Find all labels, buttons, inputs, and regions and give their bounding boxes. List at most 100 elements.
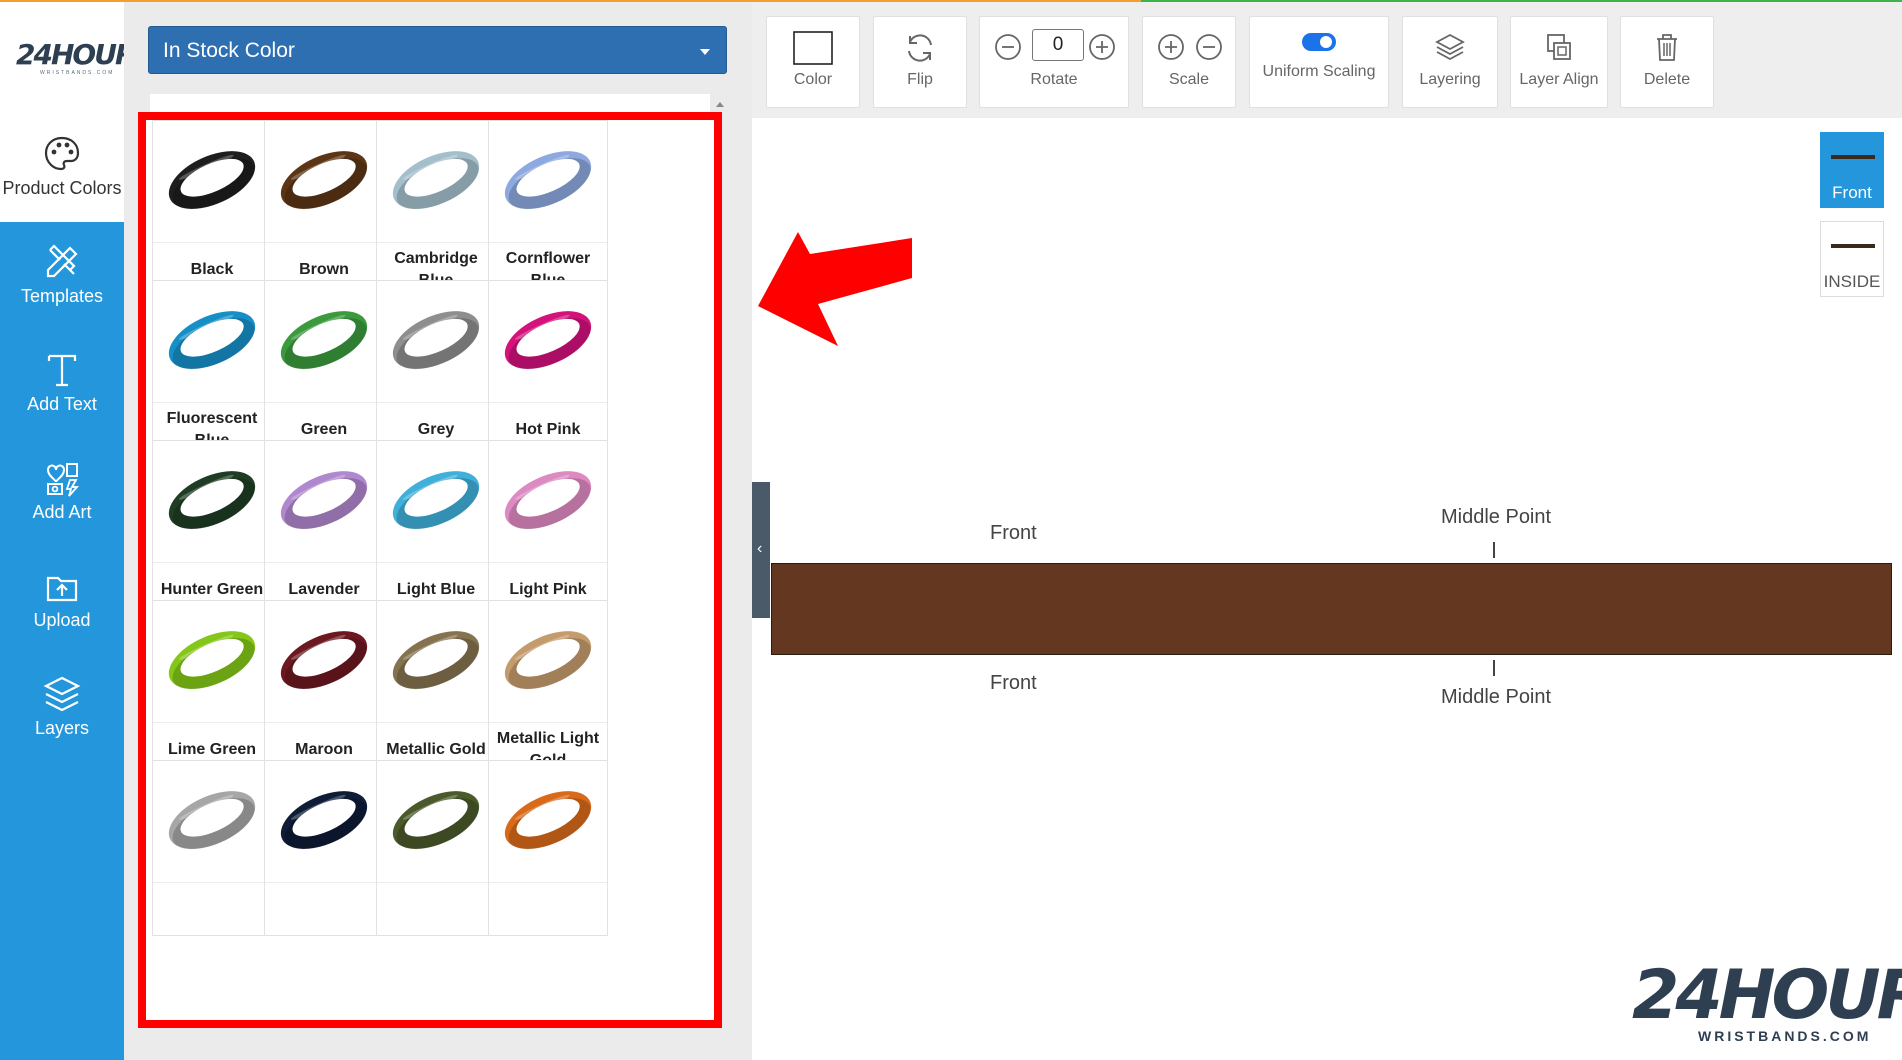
wristband-icon (280, 631, 368, 690)
color-swatch-label (379, 887, 493, 933)
color-swatch[interactable] (488, 760, 608, 936)
uniform-scaling-toggle[interactable] (1301, 31, 1337, 53)
wristband-icon (504, 311, 592, 370)
chevron-left-icon: ‹ (757, 540, 763, 557)
color-swatch[interactable]: Metallic Gold (376, 600, 496, 776)
text-icon (47, 354, 77, 387)
layer-align-label: Layer Align (1519, 71, 1599, 88)
layer-align-button[interactable]: Layer Align (1510, 16, 1608, 108)
wristband-icon (504, 631, 592, 690)
collapse-panel-tab[interactable]: ‹ (752, 482, 770, 618)
color-swatch[interactable] (376, 760, 496, 936)
scale-up-icon[interactable] (1157, 33, 1185, 61)
rotate-input[interactable]: 0 (1032, 29, 1084, 61)
nav-label-layers: Layers (34, 718, 90, 738)
nav-add-text[interactable]: Add Text (0, 330, 124, 438)
wristband-icon (392, 631, 480, 690)
front-band-thumbnail (1831, 155, 1875, 159)
logo-subtext: WRISTBANDS.COM (40, 70, 115, 76)
color-swatch[interactable]: Fluorescent Blue (152, 280, 272, 456)
wristband-swatch-image (265, 121, 383, 243)
view-front-label: Front (1832, 183, 1872, 202)
color-swatch[interactable]: Maroon (264, 600, 384, 776)
watermark-logo: 24HOUR (1632, 956, 1902, 1035)
color-tool-label: Color (793, 71, 833, 88)
color-tool-button[interactable]: Color (766, 16, 860, 108)
rotate-control: 0 Rotate (979, 16, 1129, 108)
brand-watermark: 24HOUR WRISTBANDS.COM (1632, 956, 1902, 1046)
color-swatch[interactable]: Metallic Light Gold (488, 600, 608, 776)
wristband-icon (280, 471, 368, 530)
palette-icon (44, 136, 80, 171)
wristband-icon (168, 151, 256, 210)
flip-label: Flip (907, 71, 933, 88)
front-label-bottom: Front (990, 672, 1037, 694)
nav-label-upload: Upload (33, 610, 91, 630)
scale-control: Scale (1142, 16, 1236, 108)
nav-add-art[interactable]: Add Art (0, 438, 124, 546)
wristband-icon (504, 791, 592, 850)
nav-templates[interactable]: Templates (0, 222, 124, 330)
wristband-icon (280, 151, 368, 210)
color-swatch[interactable]: Green (264, 280, 384, 456)
wristband-icon (280, 791, 368, 850)
templates-icon (46, 244, 78, 278)
rotate-increase-icon[interactable] (1088, 33, 1116, 61)
delete-button[interactable]: Delete (1620, 16, 1714, 108)
layers-icon (43, 676, 81, 712)
wristband-icon (280, 311, 368, 370)
nav-product-colors[interactable]: Product Colors (0, 114, 124, 222)
wristband-canvas[interactable] (771, 563, 1892, 655)
front-label-top: Front (990, 522, 1037, 544)
wristband-swatch-image (377, 281, 495, 403)
color-type-dropdown[interactable]: In Stock Color (148, 26, 727, 74)
color-swatch[interactable]: Brown (264, 120, 384, 296)
wristband-swatch-image (153, 761, 271, 883)
wristband-swatch-image (489, 601, 607, 723)
wristband-swatch-image (153, 121, 271, 243)
red-arrow-annotation (758, 232, 912, 346)
wristband-icon (392, 471, 480, 530)
upload-icon (46, 576, 78, 602)
scroll-up-icon[interactable] (716, 102, 724, 107)
view-front-button[interactable]: Front (1820, 132, 1884, 208)
color-swatch[interactable]: Grey (376, 280, 496, 456)
flip-icon (908, 34, 932, 62)
color-swatch[interactable]: Cornflower Blue (488, 120, 608, 296)
color-swatch[interactable]: Hunter Green (152, 440, 272, 616)
view-inside-button[interactable]: INSIDE (1820, 221, 1884, 297)
scale-label: Scale (1168, 71, 1210, 88)
wristband-swatch-image (265, 441, 383, 563)
nav-upload[interactable]: Upload (0, 546, 124, 654)
app-root: 24HOUR WRISTBANDS.COM Product Colors Tem… (0, 0, 1902, 1060)
wristband-icon (504, 471, 592, 530)
color-swatch[interactable]: Lavender (264, 440, 384, 616)
color-swatch-label (491, 887, 605, 933)
logo[interactable]: 24HOUR WRISTBANDS.COM (0, 2, 136, 114)
color-swatch[interactable]: Hot Pink (488, 280, 608, 456)
color-swatch[interactable]: Cambridge Blue (376, 120, 496, 296)
middle-point-tick-top (1493, 542, 1495, 558)
middle-point-label-bottom: Middle Point (1441, 686, 1552, 708)
wristband-icon (168, 311, 256, 370)
rotate-decrease-icon[interactable] (994, 33, 1022, 61)
color-swatch[interactable] (152, 760, 272, 936)
nav-label-add-art: Add Art (32, 502, 92, 522)
color-swatch[interactable]: Black (152, 120, 272, 296)
color-swatch-label (155, 887, 269, 933)
wristband-swatch-image (377, 761, 495, 883)
dropdown-value: In Stock Color (163, 39, 295, 62)
color-square-icon (793, 31, 833, 65)
layering-button[interactable]: Layering (1402, 16, 1498, 108)
flip-button[interactable]: Flip (873, 16, 967, 108)
wristband-swatch-image (489, 761, 607, 883)
scale-down-icon[interactable] (1195, 33, 1223, 61)
wristband-swatch-image (377, 601, 495, 723)
nav-layers[interactable]: Layers (0, 654, 124, 762)
color-swatch[interactable]: Light Pink (488, 440, 608, 616)
color-swatch[interactable]: Light Blue (376, 440, 496, 616)
color-swatch[interactable]: Lime Green (152, 600, 272, 776)
swatch-grid-header (150, 94, 710, 114)
color-swatch[interactable] (264, 760, 384, 936)
color-panel: In Stock Color BlackBrownCambridge BlueC… (124, 2, 752, 1060)
